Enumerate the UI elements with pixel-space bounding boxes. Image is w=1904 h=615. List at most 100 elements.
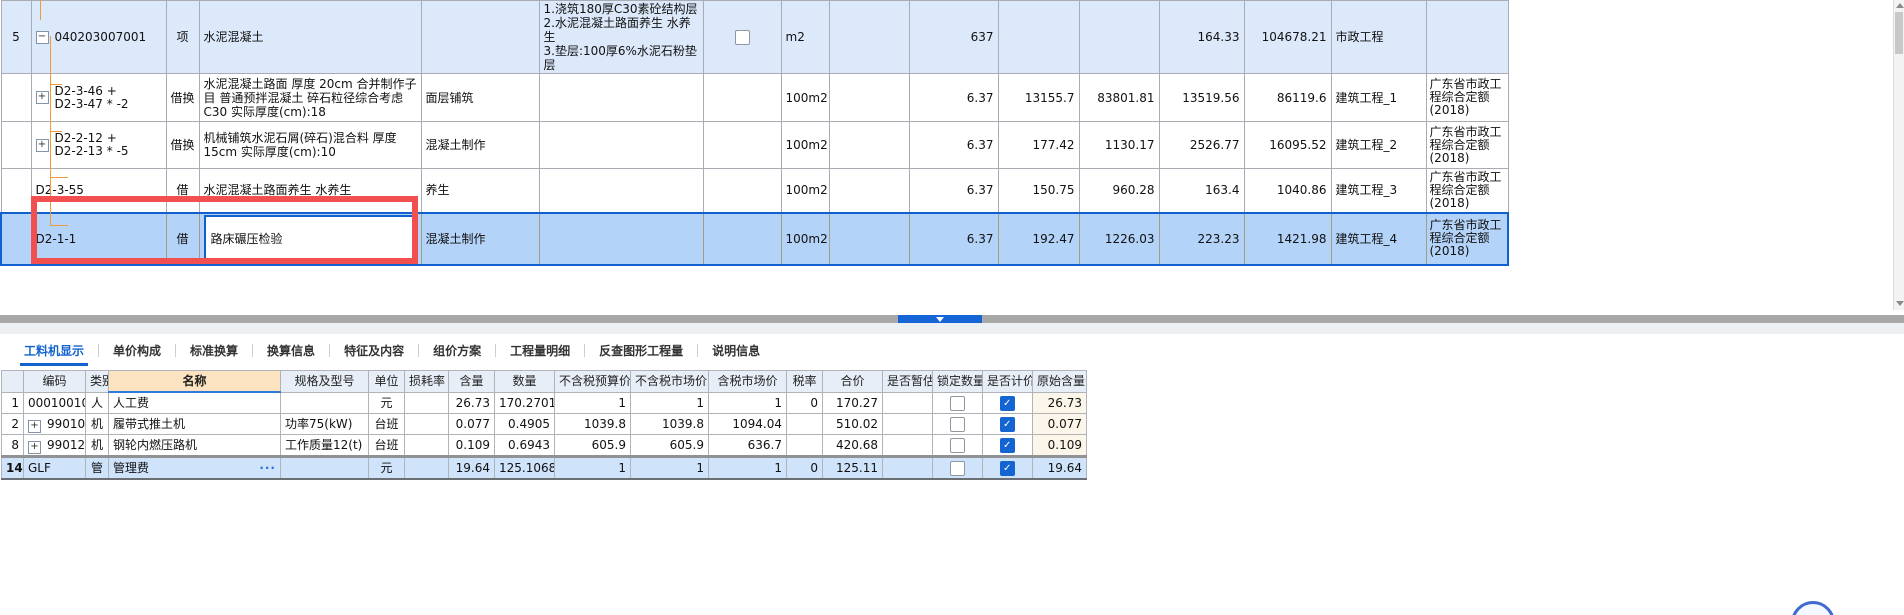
resource-row-selected[interactable]: 14 GLF 管 管理费 ··· 元 19.64 125.1068 1 1 1 0… (1, 455, 1087, 480)
col-category: 人 (85, 391, 109, 414)
tab-pricing-scheme[interactable]: 组价方案 (419, 342, 495, 359)
lock-checkbox[interactable] (950, 417, 965, 432)
header-market-price[interactable]: 不含税市场价 (630, 370, 709, 393)
col-quantity: 125.1068 (494, 455, 555, 480)
priced-checkbox[interactable] (1000, 461, 1015, 476)
header-spec[interactable]: 规格及型号 (280, 370, 369, 393)
row-number-header (1, 370, 24, 393)
header-category[interactable]: 类别 (85, 370, 109, 393)
tab-quantity-detail[interactable]: 工程量明细 (496, 342, 584, 359)
header-orig-amount[interactable]: 原始含量 (1032, 370, 1087, 393)
header-code[interactable]: 编码 (23, 370, 86, 393)
header-total[interactable]: 合价 (822, 370, 883, 393)
col-tax-rate: 0 (786, 455, 823, 480)
collapse-icon[interactable] (35, 30, 49, 44)
col-amount3: 16095.52 (1243, 121, 1332, 169)
tab-unit-price-composition[interactable]: 单价构成 (99, 342, 175, 359)
header-is-temp[interactable]: 是否暂估 (882, 370, 933, 393)
panel-splitter[interactable] (0, 315, 1904, 323)
header-lock-qty[interactable]: 锁定数量 (932, 370, 983, 393)
col-orig-amount: 0.077 (1032, 413, 1087, 435)
col-orig-amount: 19.64 (1032, 455, 1087, 480)
scrollbar-thumb[interactable] (1895, 12, 1903, 54)
col-tax-rate: 0 (786, 391, 823, 414)
col-flag (702, 168, 782, 213)
col-amount2: 13519.56 (1158, 73, 1245, 122)
col-quantity: 6.37 (908, 121, 999, 169)
col-is-priced (982, 434, 1033, 457)
col-amount2: 2526.77 (1158, 121, 1245, 169)
header-name[interactable]: 名称 (108, 370, 281, 393)
splitter-collapse-handle[interactable] (898, 315, 982, 323)
floating-assistant-button[interactable] (1791, 601, 1835, 615)
tab-description-info[interactable]: 说明信息 (698, 342, 774, 359)
col-quota-library: 广东省市政工程综合定额(2018) (1425, 168, 1509, 213)
table-row-item[interactable]: 5 040203007001 项 水泥混凝土 1.浇筑180厚C30素砼结构层 … (0, 0, 1509, 74)
col-category: 机 (85, 434, 109, 457)
header-tax-market-price[interactable]: 含税市场价 (708, 370, 787, 393)
resource-row[interactable]: 1 00010010 人 人工费 元 26.73 170.2701 1 1 1 … (1, 391, 1087, 414)
header-budget-price[interactable]: 不含税预算价 (554, 370, 631, 393)
table-row-subitem[interactable]: D2-3-46 +D2-3-47 * -2 借换 水泥混凝土路面 厚度 20cm… (0, 73, 1509, 122)
col-lock-qty (932, 391, 983, 414)
more-options-button[interactable]: ··· (259, 460, 276, 476)
col-unit: 100m2 (780, 211, 830, 266)
expand-icon[interactable] (35, 91, 49, 104)
vertical-scrollbar[interactable] (1893, 0, 1904, 310)
scroll-down-icon[interactable] (1896, 301, 1904, 306)
col-total: 420.68 (822, 434, 883, 457)
col-unit: 100m2 (780, 168, 830, 213)
priced-checkbox[interactable] (1000, 395, 1015, 411)
col-work: 面层铺筑 (420, 73, 540, 122)
header-loss-rate[interactable]: 损耗率 (404, 370, 449, 393)
resource-row[interactable]: 8 990120030 机 钢轮内燃压路机 工作质量12(t) 台班 0.109… (1, 434, 1087, 457)
col-orig-amount: 26.73 (1032, 391, 1087, 414)
scroll-up-icon[interactable] (1896, 3, 1904, 8)
col-specialty: 建筑工程_3 (1330, 168, 1427, 213)
header-tax-rate[interactable]: 税率 (786, 370, 823, 393)
annotation-red-box (31, 196, 418, 264)
col-amount2: 164.33 (1158, 0, 1245, 74)
col-work: 混凝土制作 (420, 121, 540, 169)
col-work: 养生 (420, 168, 540, 213)
expand-icon[interactable] (35, 138, 49, 152)
col-code: D2-2-12 +D2-2-13 * -5 (30, 121, 167, 169)
tab-labor-material-machine[interactable]: 工料机显示 (10, 342, 98, 366)
col-unit: 元 (368, 391, 405, 414)
lock-checkbox[interactable] (950, 438, 965, 453)
header-quantity[interactable]: 数量 (494, 370, 555, 393)
header-is-priced[interactable]: 是否计价 (982, 370, 1033, 393)
col-quantity: 6.37 (908, 73, 999, 122)
col-specialty: 建筑工程_2 (1330, 121, 1427, 169)
priced-checkbox[interactable] (1000, 417, 1015, 432)
header-unit[interactable]: 单位 (368, 370, 405, 393)
lock-checkbox[interactable] (950, 461, 965, 476)
table-row-subitem[interactable]: D2-2-12 +D2-2-13 * -5 借换 机械铺筑水泥石屑(碎石)混合料… (0, 121, 1509, 169)
header-amount[interactable]: 含量 (448, 370, 495, 393)
tab-standard-conversion[interactable]: 标准换算 (176, 342, 252, 359)
tab-check-graphic-quantity[interactable]: 反查图形工程量 (585, 342, 697, 359)
expand-icon[interactable] (28, 440, 41, 454)
col-blank (828, 121, 910, 169)
checkbox[interactable] (734, 29, 750, 45)
col-amount2: 163.4 (1158, 168, 1245, 213)
tab-features-content[interactable]: 特征及内容 (330, 342, 418, 359)
app-window: 5 040203007001 项 水泥混凝土 1.浇筑180厚C30素砼结构层 … (0, 0, 1904, 615)
col-spec: 功率75(kW) (280, 413, 369, 435)
col-name: 管理费 ··· (108, 455, 281, 480)
col-row-number: 2 (1, 413, 24, 435)
expand-icon[interactable] (28, 419, 41, 433)
col-amount: 960.28 (1078, 168, 1160, 213)
col-tax-market-price: 1 (708, 391, 787, 414)
tab-conversion-info[interactable]: 换算信息 (253, 342, 329, 359)
detail-tabbar: 工料机显示 单价构成 标准换算 换算信息 特征及内容 组价方案 工程量明细 反查… (0, 334, 1904, 366)
col-row-number (0, 168, 32, 213)
resource-row[interactable]: 2 990101015 机 履带式推土机 功率75(kW) 台班 0.077 0… (1, 413, 1087, 435)
col-unit: 台班 (368, 434, 405, 457)
col-flag (702, 73, 782, 122)
col-work (420, 0, 540, 74)
col-category: 机 (85, 413, 109, 435)
lock-checkbox[interactable] (950, 395, 965, 411)
col-is-priced (982, 391, 1033, 414)
priced-checkbox[interactable] (1000, 438, 1015, 453)
